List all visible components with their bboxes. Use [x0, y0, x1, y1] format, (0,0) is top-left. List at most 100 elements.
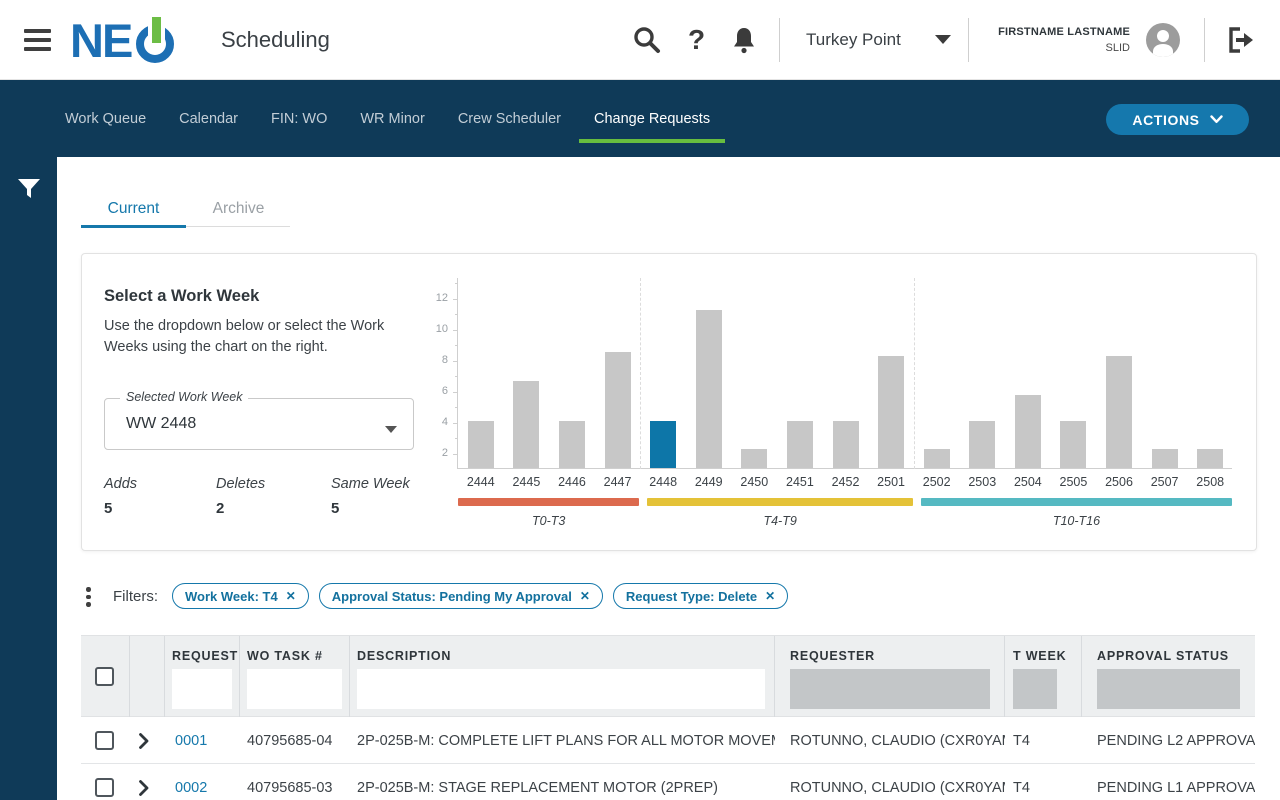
- chart-bar-2502[interactable]: [923, 449, 950, 468]
- stat-value-deletes: 2: [216, 500, 225, 517]
- column-header-label-requester: REQUESTER: [790, 649, 875, 663]
- search-icon[interactable]: [632, 25, 662, 55]
- notifications-bell-icon[interactable]: [731, 26, 757, 54]
- band-t0-t3[interactable]: [458, 498, 640, 506]
- chart-bar-2446[interactable]: [558, 421, 585, 468]
- column-header-label-wo_task: WO TASK #: [247, 649, 323, 663]
- chart-bar-2501[interactable]: [878, 356, 905, 468]
- y-axis-tick: [453, 391, 458, 393]
- x-axis-label-2446: 2446: [558, 475, 586, 489]
- user-name: FIRSTNAME LASTNAME: [998, 26, 1130, 38]
- nav-tab-crew-scheduler[interactable]: Crew Scheduler: [458, 80, 561, 157]
- work-week-dropdown[interactable]: Selected Work Week WW 2448: [104, 390, 414, 450]
- column-header-request: REQUEST: [165, 636, 240, 718]
- chart-bar-2450[interactable]: [741, 449, 768, 468]
- filter-chip-approval-status[interactable]: Approval Status: Pending My Approval ✕: [318, 583, 603, 609]
- cell-requester: ROTUNNO, CLAUDIO (CXR0YAM): [790, 779, 1005, 796]
- filter-chip-work-week[interactable]: Work Week: T4 ✕: [172, 583, 309, 609]
- chart-bar-2445[interactable]: [513, 381, 540, 468]
- filter-chip-request-type[interactable]: Request Type: Delete ✕: [612, 583, 789, 609]
- caret-down-icon: [934, 35, 951, 44]
- y-axis-label: 6: [441, 384, 448, 397]
- user-avatar-icon[interactable]: [1146, 23, 1180, 57]
- chart-bar-2452[interactable]: [832, 421, 859, 468]
- column-header-label-approval_status: APPROVAL STATUS: [1097, 649, 1229, 663]
- chart-bar-2508[interactable]: [1197, 449, 1224, 468]
- primary-nav: Work Queue Calendar FIN: WO WR Minor Crew Sc…: [0, 80, 1280, 222]
- chart-bar-2448[interactable]: [650, 421, 677, 468]
- user-menu[interactable]: FIRSTNAME LASTNAME SLID: [985, 0, 1180, 80]
- y-axis-tick: [455, 314, 458, 315]
- close-icon[interactable]: ✕: [580, 589, 590, 603]
- nav-tab-work-queue[interactable]: Work Queue: [65, 80, 146, 157]
- band-label-t10-t16: T10-T16: [1052, 514, 1101, 528]
- dropdown-value: WW 2448: [126, 415, 197, 432]
- nav-tab-wr-minor[interactable]: WR Minor: [360, 80, 424, 157]
- x-axis-label-2505: 2505: [1059, 475, 1088, 489]
- request-link[interactable]: 0002: [175, 780, 207, 796]
- band-t4-t9[interactable]: [647, 498, 913, 506]
- x-axis-label-2449: 2449: [694, 475, 723, 489]
- band-label-t4-t9: T4-T9: [763, 514, 797, 528]
- chart-bar-2506[interactable]: [1106, 356, 1133, 468]
- x-axis-label-2503: 2503: [968, 475, 997, 489]
- filter-funnel-icon[interactable]: [18, 179, 40, 204]
- close-icon[interactable]: ✕: [765, 589, 775, 603]
- cell-expand: [130, 764, 165, 800]
- caret-down-icon: [385, 421, 397, 439]
- column-filter-input-request[interactable]: [172, 669, 232, 709]
- table-header: REQUEST WO TASK # DESCRIPTION REQUESTER T WE…: [81, 635, 1255, 718]
- user-slid: SLID: [1105, 42, 1130, 54]
- y-axis-tick: [453, 422, 458, 424]
- kebab-menu-icon[interactable]: [86, 587, 92, 610]
- filter-chip-label: Request Type: Delete: [625, 588, 758, 604]
- site-selector-dropdown[interactable]: Turkey Point: [806, 0, 951, 80]
- column-header-wo_task: WO TASK #: [240, 636, 350, 718]
- chart-bar-2449[interactable]: [695, 310, 722, 468]
- nav-tab-calendar[interactable]: Calendar: [179, 80, 238, 157]
- nav-tab-fin-wo[interactable]: FIN: WO: [271, 80, 327, 157]
- column-header-expand: [130, 636, 165, 718]
- y-axis-label: 4: [441, 415, 448, 428]
- chart-bar-2505[interactable]: [1060, 421, 1087, 468]
- chart-bar-2447[interactable]: [604, 352, 631, 468]
- chart-bar-2507[interactable]: [1151, 449, 1178, 468]
- y-axis-tick: [455, 283, 458, 284]
- stat-label-adds: Adds: [104, 476, 138, 492]
- nav-tab-change-requests[interactable]: Change Requests: [578, 80, 726, 157]
- y-axis-tick: [453, 453, 458, 455]
- column-header-t_week: T WEEK: [1005, 636, 1082, 718]
- cell-checkbox: [81, 717, 130, 764]
- filters-label: Filters:: [113, 588, 158, 605]
- row-checkbox[interactable]: [95, 778, 114, 797]
- expand-row-chevron-icon[interactable]: [139, 779, 149, 796]
- logout-icon[interactable]: [1226, 26, 1256, 59]
- chart-bar-2504[interactable]: [1014, 395, 1041, 468]
- column-filter-input-description[interactable]: [357, 669, 765, 709]
- cell-checkbox: [81, 764, 130, 800]
- header-divider: [779, 18, 780, 62]
- expand-row-chevron-icon[interactable]: [139, 732, 149, 749]
- column-filter-disabled-approval_status: [1097, 669, 1240, 709]
- x-axis-label-2448: 2448: [649, 475, 678, 489]
- cell-approval_status: PENDING L2 APPROVAL: [1097, 732, 1255, 749]
- actions-button[interactable]: ACTIONS: [1106, 104, 1249, 135]
- y-axis-label: 10: [435, 322, 448, 335]
- cell-request: 0002: [165, 764, 240, 800]
- column-header-label-t_week: T WEEK: [1013, 649, 1067, 663]
- x-axis-label-2447: 2447: [603, 475, 632, 489]
- column-filter-input-wo_task[interactable]: [247, 669, 342, 709]
- chart-bar-2444[interactable]: [467, 421, 494, 468]
- request-link[interactable]: 0001: [175, 733, 207, 749]
- chart-bar-2451[interactable]: [786, 421, 813, 468]
- help-icon[interactable]: ?: [688, 24, 705, 56]
- x-axis-label-2445: 2445: [512, 475, 541, 489]
- close-icon[interactable]: ✕: [286, 589, 296, 603]
- row-checkbox[interactable]: [95, 731, 114, 750]
- column-header-checkbox: [81, 636, 130, 718]
- neo-logo: NE: [70, 14, 178, 66]
- band-t10-t16[interactable]: [920, 498, 1232, 506]
- column-header-approval_status: APPROVAL STATUS: [1082, 636, 1255, 718]
- hamburger-menu-icon[interactable]: [24, 29, 51, 51]
- chart-bar-2503[interactable]: [969, 421, 996, 468]
